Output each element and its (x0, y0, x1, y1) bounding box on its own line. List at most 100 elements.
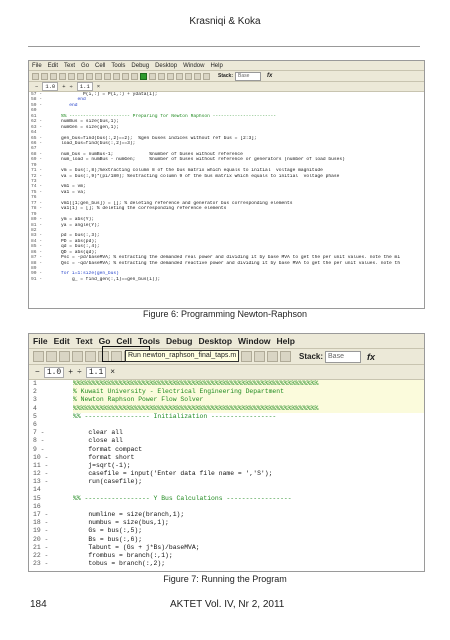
cut-icon[interactable] (59, 72, 66, 80)
save-icon[interactable] (59, 351, 70, 362)
copy-icon[interactable] (85, 351, 96, 362)
code-text: frombus = branch(:,1); (73, 551, 173, 559)
clear-breakpoints-icon[interactable] (158, 72, 165, 80)
print-icon[interactable] (104, 72, 111, 80)
code-editor[interactable]: 57 - P(i,:) = P(i,:) + ydata(i); 58 - end… (29, 92, 424, 282)
line-number: 13 - (33, 478, 49, 486)
step-icon[interactable] (167, 72, 174, 80)
continue-icon[interactable] (194, 72, 201, 80)
step-out-icon[interactable] (254, 351, 265, 362)
function-browser-icon[interactable]: fx (367, 352, 375, 362)
figure6-editor-screenshot: File Edit Text Go Cell Tools Debug Desktop Windo… (28, 60, 425, 309)
divide-button[interactable]: ÷ (77, 368, 82, 377)
run-icon[interactable] (140, 72, 147, 80)
line-number: 23 - (33, 560, 49, 568)
function-browser-icon[interactable]: fx (267, 73, 272, 79)
undo-icon[interactable] (86, 72, 93, 80)
menu-item[interactable]: Go (99, 336, 111, 346)
open-file-icon[interactable] (41, 72, 48, 80)
line-number: 1 (33, 380, 37, 387)
menu-item[interactable]: Tools (111, 63, 125, 69)
multiply-button[interactable]: × (97, 83, 100, 90)
menu-item[interactable]: Help (277, 336, 295, 346)
line-number: 12 - (33, 470, 49, 478)
stack-select[interactable]: Base (235, 71, 262, 81)
code-text: %% ----------------- Initialization ----… (73, 412, 277, 420)
line-number: 20 - (33, 535, 49, 543)
stack-select[interactable]: Base (325, 350, 362, 363)
menu-item[interactable]: File (32, 63, 42, 69)
menu-item[interactable]: Text (64, 63, 75, 69)
cell-value-2[interactable]: 1.1 (76, 82, 93, 91)
menu-item[interactable]: Window (238, 336, 271, 346)
code-line: 8 - close all (29, 437, 424, 445)
decrement-button[interactable]: − (35, 368, 40, 377)
step-in-icon[interactable] (241, 351, 252, 362)
paste-icon[interactable] (77, 72, 84, 80)
line-number: 2 (33, 388, 37, 396)
cell-value-1[interactable]: 1.0 (43, 366, 65, 378)
cut-icon[interactable] (72, 351, 83, 362)
line-number: 91 - (31, 276, 43, 282)
menu-item[interactable]: Cell (116, 336, 132, 346)
menu-item[interactable]: Desktop (198, 336, 232, 346)
code-text: % Kuwait University - Electrical Enginee… (73, 388, 424, 397)
code-line: 14 (29, 486, 424, 494)
code-line: 20 - Bs = bus(:,6); (29, 536, 424, 544)
new-file-icon[interactable] (32, 72, 39, 80)
open-file-icon[interactable] (46, 351, 57, 362)
code-line: 91 - g_ = find_gen(:,1)==gen_bus(i)); (29, 277, 424, 282)
code-line: 3 % Newton Raphson Power Flow Solver (29, 396, 424, 405)
code-line: 19 - Gs = bus(:,5); (29, 527, 424, 535)
menu-item[interactable]: Debug (166, 336, 192, 346)
code-line: 17 - numline = size(branch,1); (29, 511, 424, 519)
line-number: 9 - (33, 445, 45, 453)
step-in-icon[interactable] (176, 72, 183, 80)
code-text: casefile = input('Enter data file name =… (73, 470, 273, 478)
increment-button[interactable]: + (62, 83, 65, 90)
continue-icon[interactable] (267, 351, 278, 362)
code-line: 1%%%%%%%%%%%%%%%%%%%%%%%%%%%%%%%%%%%%%%%… (29, 380, 424, 389)
exit-debug-icon[interactable] (203, 72, 210, 80)
menu-item[interactable]: File (33, 336, 48, 346)
save-icon[interactable] (50, 72, 57, 80)
menu-item[interactable]: Window (183, 63, 204, 69)
increment-button[interactable]: + (68, 368, 73, 377)
code-text: clear all (73, 429, 123, 437)
decrement-button[interactable]: − (35, 83, 38, 90)
find-icon[interactable] (113, 72, 120, 80)
menu-item[interactable]: Help (210, 63, 222, 69)
step-out-icon[interactable] (185, 72, 192, 80)
line-number: 4 (33, 404, 37, 412)
menu-item[interactable]: Debug (131, 63, 149, 69)
menu-item[interactable]: Desktop (155, 63, 177, 69)
divide-button[interactable]: ÷ (70, 83, 73, 90)
stack-label: Stack: (299, 352, 324, 361)
cell-value-2[interactable]: 1.1 (85, 366, 107, 378)
line-number: 6 (33, 420, 37, 428)
redo-icon[interactable] (95, 72, 102, 80)
menu-item[interactable]: Edit (54, 336, 70, 346)
back-icon[interactable] (122, 72, 129, 80)
forward-icon[interactable] (131, 72, 138, 80)
code-text: Tabunt = (Gs + j*Bs)/baseMVA; (73, 543, 200, 551)
set-breakpoint-icon[interactable] (149, 72, 156, 80)
code-text: close all (73, 437, 123, 445)
menu-item[interactable]: Tools (138, 336, 160, 346)
cell-value-1[interactable]: 1.0 (42, 82, 59, 91)
new-file-icon[interactable] (33, 351, 44, 362)
code-editor[interactable]: 1%%%%%%%%%%%%%%%%%%%%%%%%%%%%%%%%%%%%%%%… (29, 380, 424, 568)
code-text: %%%%%%%%%%%%%%%%%%%%%%%%%%%%%%%%%%%%%%%%… (73, 380, 424, 389)
menu-item[interactable]: Cell (95, 63, 105, 69)
exit-debug-icon[interactable] (280, 351, 291, 362)
run-tooltip: Run newton_raphson_final_taps.m (125, 350, 240, 362)
code-line: 4%%%%%%%%%%%%%%%%%%%%%%%%%%%%%%%%%%%%%%%… (29, 404, 424, 413)
menu-item[interactable]: Edit (48, 63, 58, 69)
multiply-button[interactable]: × (110, 368, 115, 377)
menu-item[interactable]: Text (76, 336, 93, 346)
copy-icon[interactable] (68, 72, 75, 80)
menu-item[interactable]: Go (81, 63, 89, 69)
line-number: 15 (33, 494, 41, 502)
figure7-caption: Figure 7: Running the Program (163, 574, 287, 584)
